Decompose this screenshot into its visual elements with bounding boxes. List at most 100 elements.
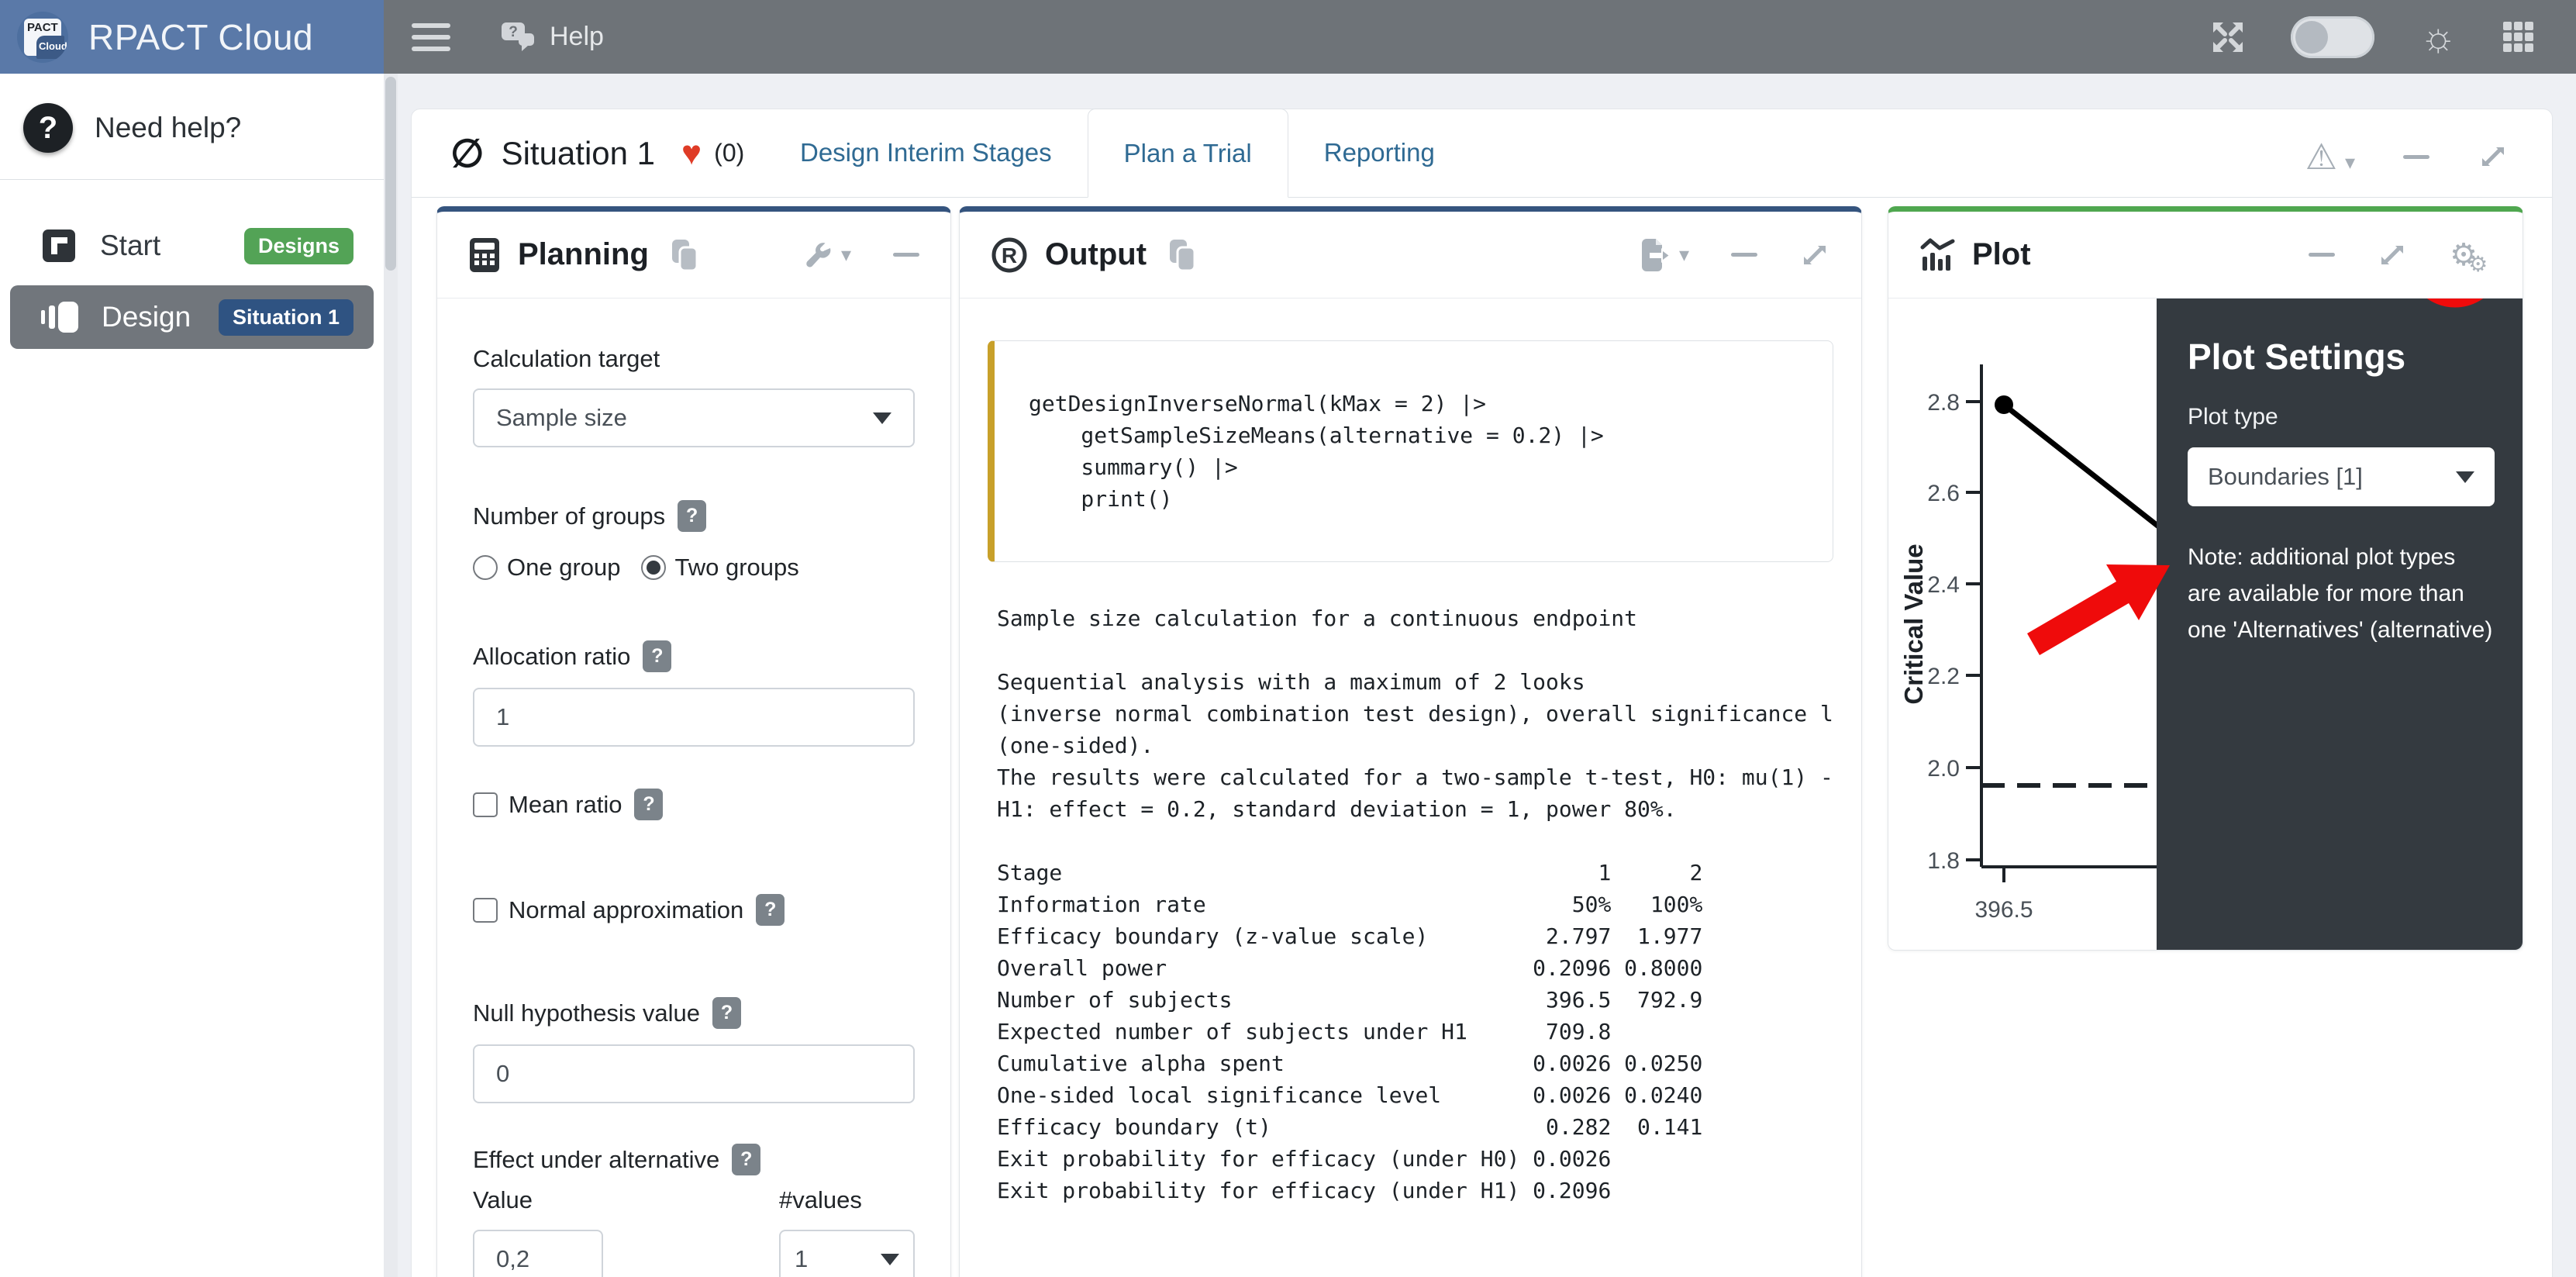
tab-plan-a-trial[interactable]: Plan a Trial: [1088, 109, 1288, 198]
logo-text-cloud: Cloud: [39, 40, 67, 52]
minimize-icon[interactable]: [2309, 253, 2335, 257]
topbar-actions: ☼: [2210, 16, 2576, 58]
sidebar-item-label: Start: [100, 230, 244, 262]
dark-mode-toggle[interactable]: [2291, 16, 2374, 58]
effect-value-input[interactable]: 0,2: [473, 1230, 603, 1277]
expand-icon[interactable]: [2377, 240, 2408, 271]
apps-grid-icon[interactable]: [2502, 20, 2536, 54]
app-title: RPACT Cloud: [88, 16, 313, 58]
planning-header: Planning ▾: [437, 212, 950, 299]
plot-settings-note: Note: additional plot types are availabl…: [2188, 539, 2495, 648]
one-group-label: One group: [507, 554, 621, 582]
sidebar-item-start[interactable]: Start Designs: [10, 214, 374, 278]
svg-text:?: ?: [509, 24, 518, 40]
chevron-down-icon: [2456, 471, 2474, 483]
brightness-sun-icon[interactable]: ☼: [2419, 17, 2457, 57]
help-badge-icon[interactable]: ?: [634, 789, 663, 820]
plot-settings-title: Plot Settings: [2188, 336, 2495, 378]
value-label: Value: [473, 1186, 688, 1214]
groups-radio-row: One group Two groups: [473, 554, 915, 582]
sidebar-item-design[interactable]: Design Situation 1: [10, 285, 374, 349]
nvalues-select[interactable]: 1: [779, 1230, 915, 1277]
y-axis-label: Critical Value: [1899, 544, 1928, 704]
scrollbar-thumb[interactable]: [385, 77, 396, 271]
help-badge-icon[interactable]: ?: [756, 894, 785, 926]
help-badge-icon[interactable]: ?: [712, 997, 741, 1029]
hamburger-menu-icon[interactable]: [412, 16, 450, 58]
normal-approximation-checkbox[interactable]: [473, 898, 498, 923]
help-button[interactable]: ? Help: [500, 21, 604, 53]
ytick-label: 2.6: [1927, 481, 1960, 506]
r-code-block: getDesignInverseNormal(kMax = 2) |> getS…: [988, 340, 1833, 562]
expand-icon[interactable]: [1799, 240, 1830, 271]
mean-ratio-label: Mean ratio: [509, 791, 622, 819]
warning-icon: ⚠: [2305, 136, 2337, 177]
normal-approximation-row: Normal approximation ?: [473, 894, 915, 926]
situation-badge: Situation 1: [219, 299, 353, 336]
help-badge-icon[interactable]: ?: [732, 1144, 760, 1175]
minimize-icon[interactable]: [1731, 253, 1757, 257]
svg-text:R: R: [1002, 243, 1017, 267]
output-title: Output: [1045, 237, 1147, 272]
heart-count: (0): [714, 139, 744, 167]
help-badge-icon[interactable]: ?: [678, 500, 706, 532]
effect-columns: Value 0,2 #values 1: [473, 1186, 915, 1277]
ytick-label: 2.4: [1927, 572, 1960, 598]
rpact-logo-icon[interactable]: PACT Cloud: [17, 12, 68, 63]
tools-dropdown[interactable]: ▾: [804, 240, 851, 270]
null-hypothesis-input[interactable]: 0: [473, 1044, 915, 1103]
calculation-target-label: Calculation target: [473, 345, 915, 373]
ytick-label: 2.2: [1927, 664, 1960, 689]
tab-bar: ∅ Situation 1 ♥ (0) Design Interim Stage…: [412, 109, 2552, 198]
planning-panel: Planning ▾ Calculation target: [436, 206, 951, 1277]
calculation-target-select[interactable]: Sample size: [473, 388, 915, 447]
planning-title: Planning: [518, 237, 649, 272]
effect-under-alternative-label: Effect under alternative ?: [473, 1144, 915, 1175]
ytick-label: 2.8: [1927, 390, 1960, 416]
copy-icon[interactable]: [1167, 238, 1198, 272]
minimize-icon[interactable]: [2403, 155, 2429, 159]
one-group-radio[interactable]: [473, 555, 498, 580]
output-body: getDesignInverseNormal(kMax = 2) |> getS…: [960, 340, 1861, 1206]
warnings-dropdown[interactable]: ⚠▾: [2305, 139, 2355, 174]
chevron-down-icon: ▾: [841, 243, 851, 267]
logo-text-pact: PACT: [27, 21, 58, 34]
chart-icon: [1919, 238, 1955, 272]
planning-form: Calculation target Sample size Number of…: [437, 299, 950, 1277]
chevron-down-icon: ▾: [1679, 243, 1689, 267]
empty-set-icon: ∅: [450, 131, 485, 176]
r-code: getDesignInverseNormal(kMax = 2) |> getS…: [1029, 388, 1814, 515]
minimize-icon[interactable]: [893, 253, 919, 257]
plot-type-select[interactable]: Boundaries [1]: [2188, 447, 2495, 506]
copy-icon[interactable]: [669, 238, 700, 272]
rpact-cloud-app: PACT Cloud RPACT Cloud ? Need help? Star…: [0, 0, 2576, 1277]
export-dropdown[interactable]: ▾: [1639, 237, 1689, 273]
two-groups-radio[interactable]: [641, 555, 666, 580]
plot-body: 2.8 2.6 2.4 2.2 2.0 1.8 396.5 Critical V…: [1888, 299, 2523, 950]
tabs: Design Interim Stages Plan a Trial Repor…: [764, 109, 1471, 197]
situation-heading: ∅ Situation 1 ♥ (0): [450, 109, 744, 197]
tab-design-interim-stages[interactable]: Design Interim Stages: [764, 109, 1088, 197]
topbar: ? Help ☼: [384, 0, 2576, 74]
expand-icon[interactable]: [2478, 141, 2509, 172]
mean-ratio-checkbox[interactable]: [473, 792, 498, 817]
plot-type-label: Plot type: [2188, 404, 2495, 430]
plot-title: Plot: [1972, 237, 2031, 272]
need-help-link[interactable]: ? Need help?: [0, 74, 384, 179]
situation-title: Situation 1: [502, 135, 655, 172]
normal-approximation-label: Normal approximation: [509, 896, 743, 924]
export-file-icon: [1639, 237, 1671, 273]
help-badge-icon[interactable]: ?: [643, 640, 671, 672]
designs-badge: Designs: [244, 228, 353, 264]
heart-icon[interactable]: ♥: [681, 134, 702, 173]
sidebar-scrollbar[interactable]: [384, 74, 398, 1277]
plot-header: Plot ⚙⚙: [1888, 212, 2523, 299]
fullscreen-expand-icon[interactable]: [2210, 19, 2246, 55]
number-of-groups-label: Number of groups ?: [473, 500, 915, 532]
allocation-ratio-label: Allocation ratio ?: [473, 640, 915, 672]
card-actions: ⚠▾: [2305, 139, 2509, 174]
sidebar: PACT Cloud RPACT Cloud ? Need help? Star…: [0, 0, 384, 1277]
plot-settings-gears-icon[interactable]: ⚙⚙: [2450, 240, 2478, 271]
allocation-ratio-input[interactable]: 1: [473, 688, 915, 747]
tab-reporting[interactable]: Reporting: [1288, 109, 1471, 197]
